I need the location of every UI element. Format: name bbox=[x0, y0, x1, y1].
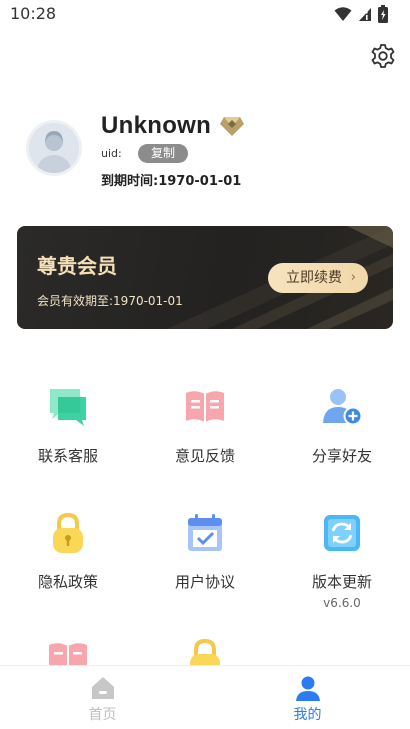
version-number: v6.6.0 bbox=[323, 596, 361, 610]
tab-home[interactable]: 首页 bbox=[0, 666, 205, 729]
calendar-check-icon bbox=[188, 514, 222, 551]
chevron-right-icon: › bbox=[350, 270, 356, 285]
default-avatar-icon bbox=[29, 123, 79, 173]
menu-label: 用户协议 bbox=[174, 573, 235, 591]
status-icons bbox=[334, 5, 388, 23]
menu-privacy-policy[interactable]: 隐私政策 bbox=[8, 511, 128, 592]
user-icon bbox=[295, 676, 320, 701]
status-bar: 10:28 bbox=[0, 0, 410, 28]
bottom-tab-bar: 首页 我的 bbox=[0, 665, 410, 729]
menu-contact-support[interactable]: 联系客服 bbox=[8, 385, 128, 466]
vip-title: 尊贵会员 bbox=[37, 254, 117, 278]
diamond-badge-icon bbox=[220, 117, 244, 136]
menu-label: 隐私政策 bbox=[37, 573, 98, 591]
home-icon bbox=[91, 677, 114, 699]
username: Unknown bbox=[101, 112, 212, 139]
tab-mine[interactable]: 我的 bbox=[205, 666, 410, 729]
status-time: 10:28 bbox=[10, 4, 57, 23]
chat-icon bbox=[50, 389, 86, 426]
renew-label: 立即续费 bbox=[286, 270, 342, 286]
membership-expiry: 到期时间:1970-01-01 bbox=[101, 174, 242, 189]
renew-button[interactable]: 立即续费 › bbox=[268, 263, 368, 293]
menu-share-friends[interactable]: 分享好友 bbox=[282, 385, 402, 466]
refresh-icon bbox=[324, 515, 360, 551]
menu-label: 意见反馈 bbox=[174, 447, 235, 465]
avatar[interactable] bbox=[26, 120, 82, 176]
menu-version-update[interactable]: 版本更新 v6.6.0 bbox=[282, 511, 402, 610]
wifi-icon bbox=[334, 7, 352, 21]
lock-icon bbox=[53, 512, 83, 553]
book-icon bbox=[186, 391, 224, 422]
menu-label: 分享好友 bbox=[311, 447, 372, 465]
menu-label: 版本更新 bbox=[311, 573, 372, 591]
menu-feedback[interactable]: 意见反馈 bbox=[145, 385, 265, 466]
vip-membership-card[interactable]: 尊贵会员 会员有效期至:1970-01-01 立即续费 › bbox=[17, 226, 393, 329]
tab-home-label: 首页 bbox=[88, 707, 117, 723]
vip-expiry: 会员有效期至:1970-01-01 bbox=[37, 294, 183, 308]
tab-mine-label: 我的 bbox=[293, 707, 322, 723]
signal-icon bbox=[359, 8, 371, 21]
menu-user-agreement[interactable]: 用户协议 bbox=[145, 511, 265, 592]
settings-gear-icon[interactable] bbox=[369, 42, 397, 70]
menu-label: 联系客服 bbox=[37, 447, 98, 465]
add-user-icon bbox=[323, 389, 363, 426]
uid-label: uid: bbox=[101, 147, 122, 160]
battery-icon bbox=[378, 5, 388, 23]
copy-uid-button[interactable]: 复制 bbox=[138, 144, 188, 163]
